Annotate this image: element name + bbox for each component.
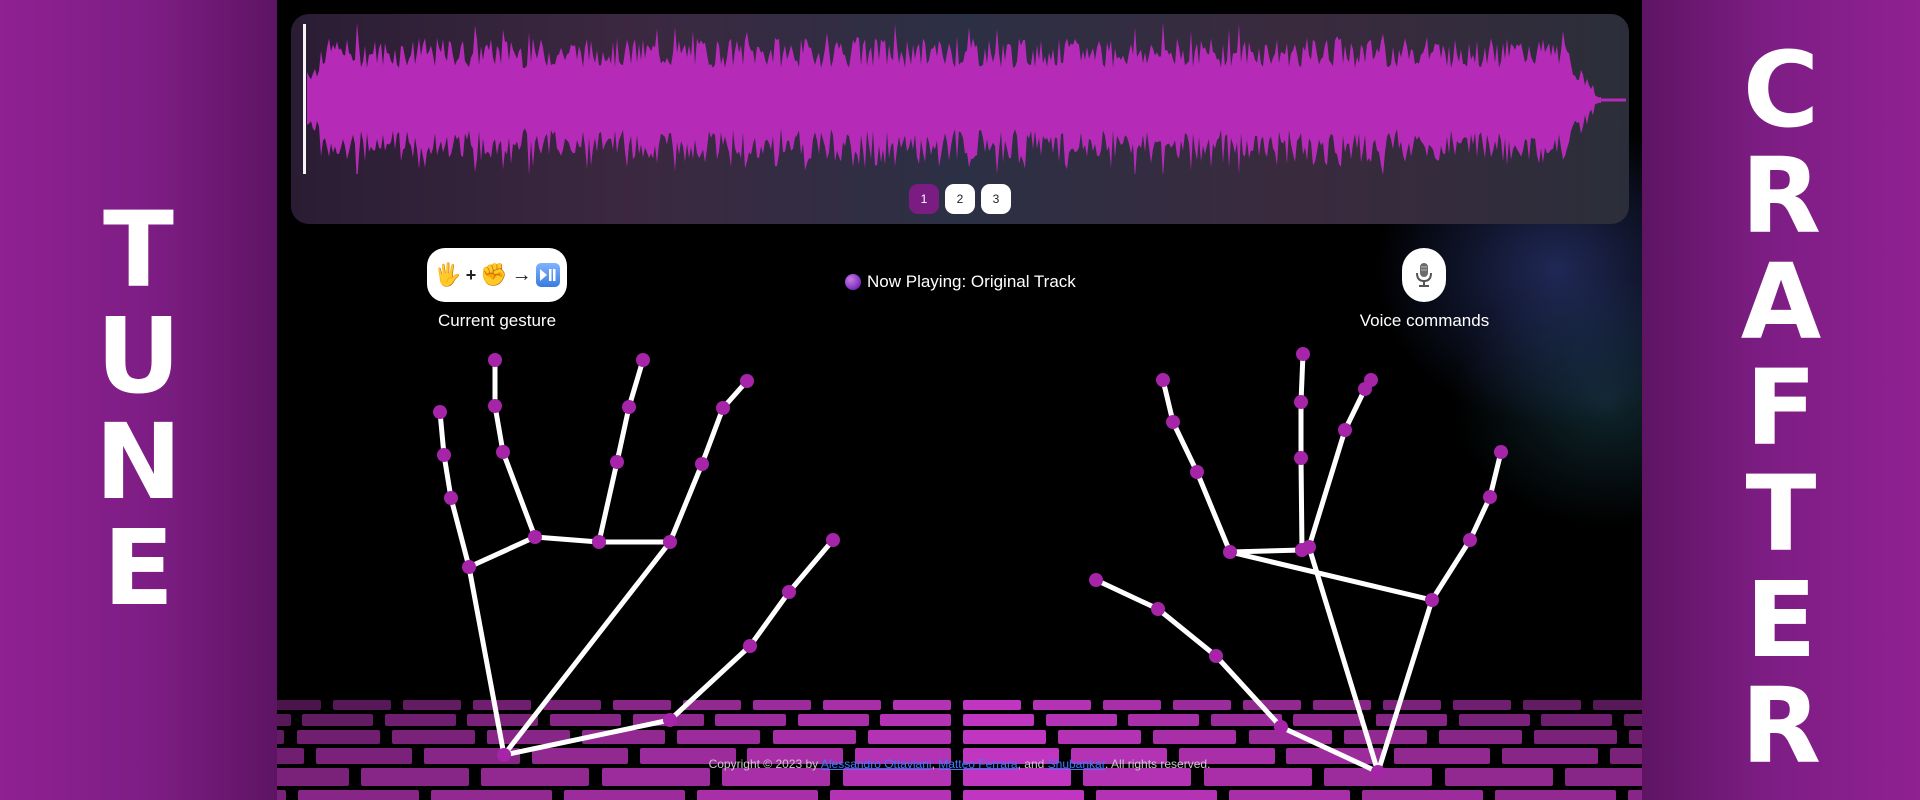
hand-joint <box>496 445 510 459</box>
hand-joint <box>1223 545 1237 559</box>
hand-bone <box>1194 469 1233 555</box>
hand-bone <box>448 495 472 570</box>
footer-sep-2: , and <box>1017 757 1048 771</box>
hand-joint <box>1483 490 1497 504</box>
hand-bone <box>667 461 705 545</box>
brand-word-crafter: CRAFTER <box>1642 38 1920 778</box>
hand-bone <box>1170 419 1200 475</box>
hand-joint <box>1209 649 1223 663</box>
hand-joint <box>1296 347 1310 361</box>
hand-joint <box>444 491 458 505</box>
hand-joint <box>782 585 796 599</box>
hand-joint <box>1166 415 1180 429</box>
author-link-2[interactable]: Matteo Ferrara <box>938 757 1017 771</box>
hand-joint <box>1089 573 1103 587</box>
author-link-1[interactable]: Alessandro Ottaviani <box>821 757 932 771</box>
hand-joint <box>1151 602 1165 616</box>
hand-joint <box>826 533 840 547</box>
right-brand-panel: CRAFTER <box>1642 0 1920 800</box>
brand-letter-n: N <box>94 401 183 523</box>
left-hand-skeleton <box>433 353 840 762</box>
hand-tracking-overlay <box>433 347 1508 779</box>
author-link-3[interactable]: Shubankar <box>1048 757 1105 771</box>
brand-letter-t: T <box>1745 453 1817 575</box>
hand-joint <box>1425 593 1439 607</box>
brand-letter-c: C <box>1742 29 1820 151</box>
hand-joint <box>437 448 451 462</box>
hand-joint <box>528 530 542 544</box>
main-stage: 1 2 3 🖐️ + ✊ → Current gesture Now Playi… <box>277 0 1642 800</box>
hand-joint <box>433 405 447 419</box>
hand-joint <box>743 639 757 653</box>
hand-bone <box>747 589 792 649</box>
hand-bone <box>1298 455 1305 553</box>
hand-bone <box>1375 597 1435 775</box>
hand-bone <box>786 537 836 595</box>
copyright-footer: Copyright © 2023 by Alessandro Ottaviani… <box>277 757 1642 771</box>
footer-prefix: Copyright © 2023 by <box>708 757 821 771</box>
hand-bone <box>1155 606 1219 659</box>
hand-bone <box>466 564 507 758</box>
right-hand-skeleton <box>1089 347 1508 779</box>
hand-bone <box>532 534 602 545</box>
hand-joint <box>1463 533 1477 547</box>
hand-joint <box>663 535 677 549</box>
brand-letter-u: U <box>96 295 181 417</box>
hand-bone <box>614 404 632 465</box>
hand-joint <box>462 560 476 574</box>
hand-bone <box>1213 653 1284 730</box>
hand-joint <box>716 401 730 415</box>
hand-joint <box>610 455 624 469</box>
hand-joint <box>1338 423 1352 437</box>
hand-joint <box>663 713 677 727</box>
hand-bone <box>500 449 538 540</box>
hand-joint <box>1274 720 1288 734</box>
hand-joint <box>1294 395 1308 409</box>
hand-bone <box>1227 547 1305 555</box>
hand-joint <box>740 374 754 388</box>
hand-bone <box>1306 427 1348 550</box>
hand-bone <box>1298 351 1306 405</box>
hand-bone <box>699 405 726 467</box>
hand-bone <box>492 403 506 455</box>
hand-joint <box>592 535 606 549</box>
hand-joint <box>1295 543 1309 557</box>
brand-letter-r: R <box>1740 665 1822 787</box>
hand-joint <box>695 457 709 471</box>
hand-joint <box>1190 465 1204 479</box>
hand-bone <box>466 534 538 570</box>
brand-letter-t: T <box>103 189 174 311</box>
footer-suffix: . All rights reserved. <box>1105 757 1211 771</box>
hand-joint <box>1494 445 1508 459</box>
brand-letter-a: A <box>1740 241 1822 363</box>
brand-letter-e: E <box>102 507 175 629</box>
hand-joint <box>636 353 650 367</box>
hand-joint <box>622 400 636 414</box>
hand-joint <box>1294 451 1308 465</box>
hand-joint <box>1156 373 1170 387</box>
left-brand-panel: TUNE <box>0 0 277 800</box>
hand-bone <box>1429 537 1473 603</box>
hand-bone <box>596 459 620 545</box>
hand-joint <box>488 399 502 413</box>
brand-letter-r: R <box>1740 135 1822 257</box>
hand-joint <box>1364 373 1378 387</box>
brand-word-tune: TUNE <box>0 198 277 620</box>
brand-letter-f: F <box>1745 347 1817 469</box>
brand-letter-e: E <box>1745 559 1817 681</box>
hand-bone <box>1467 494 1493 543</box>
hand-joint <box>488 353 502 367</box>
hand-bone <box>667 643 753 723</box>
hand-bone <box>626 357 646 410</box>
hand-bone <box>1227 549 1435 603</box>
hand-bone <box>1093 577 1161 612</box>
